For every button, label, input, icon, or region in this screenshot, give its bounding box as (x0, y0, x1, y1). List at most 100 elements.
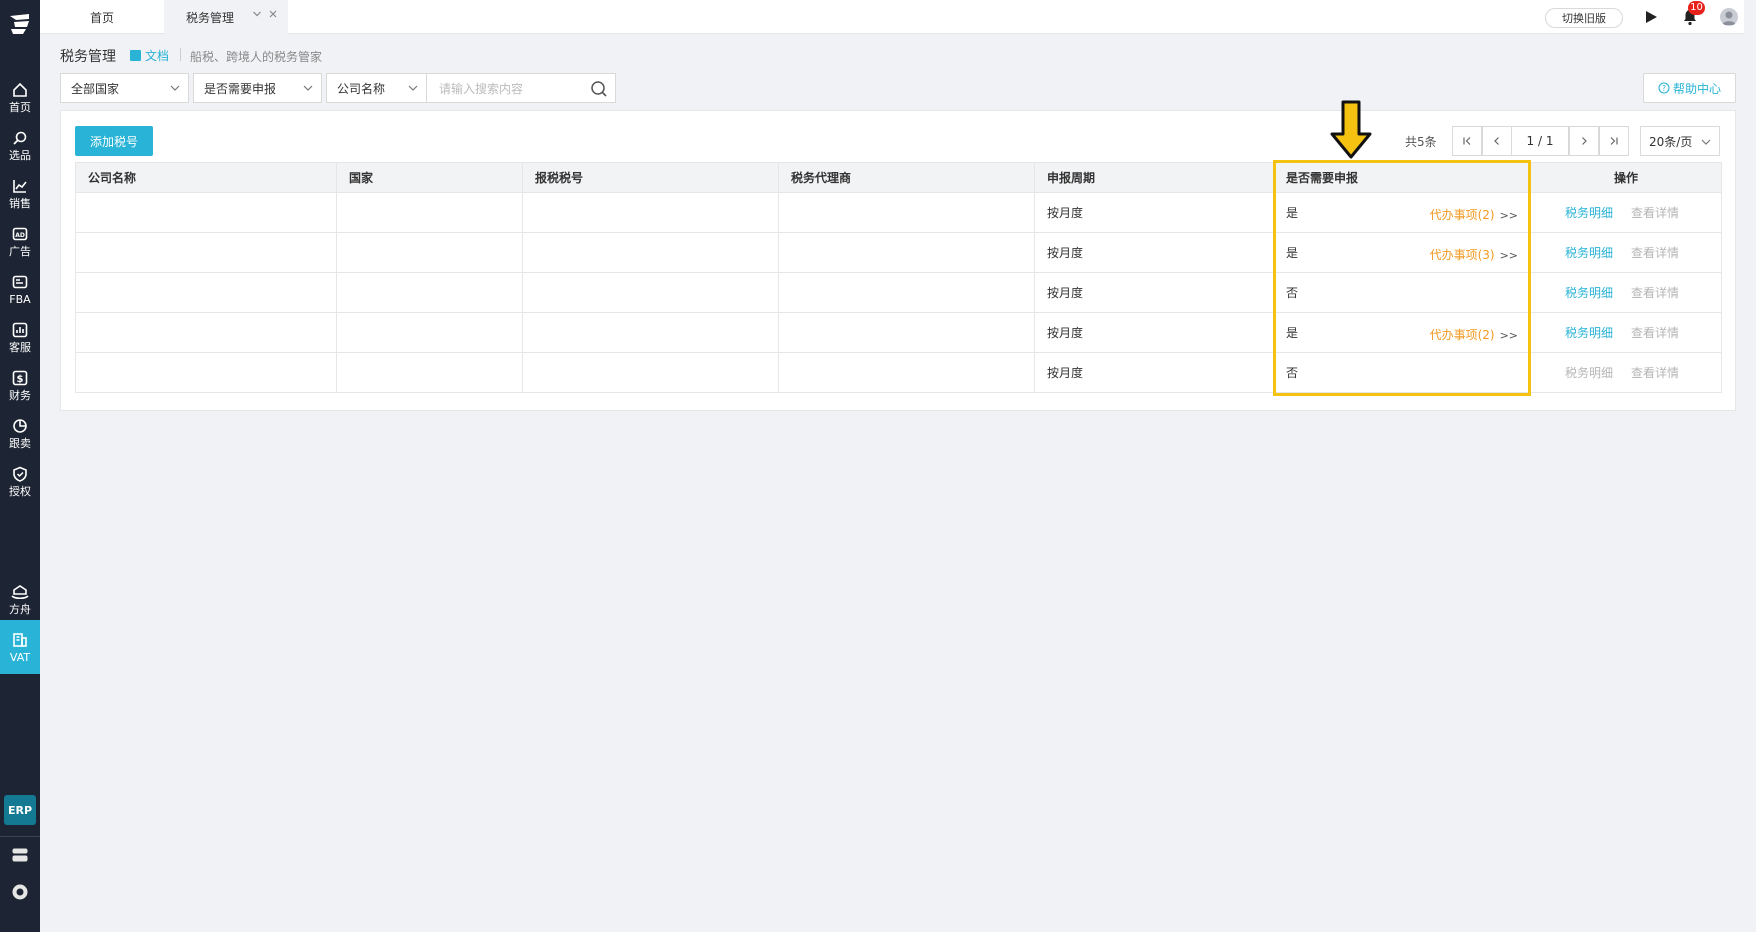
search-field-select[interactable]: 公司名称 (326, 73, 427, 103)
help-icon: ? (1658, 82, 1670, 94)
first-page-button[interactable] (1452, 126, 1482, 156)
tax-agent-cell (778, 352, 1035, 393)
erp-button[interactable]: ERP (4, 795, 36, 825)
country-select[interactable]: 全部国家 (60, 73, 189, 103)
view-detail-link[interactable]: 查看详情 (1631, 284, 1679, 301)
sidebar-item-product-research[interactable]: 选品 (0, 121, 40, 169)
actions-cell: 税务明细 查看详情 (1530, 352, 1722, 393)
country-cell (336, 192, 523, 233)
app-logo[interactable] (0, 8, 40, 40)
total-count: 共5条 (1405, 135, 1437, 149)
tab-home[interactable]: 首页 (40, 0, 164, 34)
actions-cell: 税务明细 查看详情 (1530, 192, 1722, 233)
view-detail-link[interactable]: 查看详情 (1631, 204, 1679, 221)
tax-number-cell (522, 312, 779, 353)
home-icon (11, 81, 29, 99)
page-size-select[interactable]: 20条/页 (1640, 126, 1720, 156)
column-header[interactable]: 申报周期 (1034, 162, 1274, 193)
help-center-label: 帮助中心 (1672, 81, 1721, 96)
sidebar-item-service[interactable]: 客服 (0, 313, 40, 361)
sidebar-divider (0, 836, 40, 837)
prev-page-button[interactable] (1482, 126, 1512, 156)
sidebar-item-ark[interactable]: 方舟 (0, 575, 40, 623)
period-cell: 按月度 (1034, 192, 1274, 233)
page-size-value: 20条/页 (1649, 134, 1693, 149)
actions-cell: 税务明细 查看详情 (1530, 272, 1722, 313)
ad-icon: AD (11, 225, 29, 243)
sidebar-item-finance[interactable]: $ 财务 (0, 361, 40, 409)
sidebar-item-label: 财务 (9, 388, 31, 402)
ark-icon (11, 583, 29, 601)
help-center-button[interactable]: ? 帮助中心 (1643, 73, 1736, 103)
period-cell: 按月度 (1034, 232, 1274, 273)
page-number-input[interactable]: 1 / 1 (1511, 126, 1569, 156)
sidebar-item-label: 广告 (9, 244, 31, 258)
column-header[interactable]: 报税税号 (522, 162, 779, 193)
search-field-value: 公司名称 (337, 81, 386, 96)
building-icon (11, 631, 29, 649)
tax-agent-cell (778, 272, 1035, 313)
country-cell (336, 312, 523, 353)
doc-link[interactable]: 文档 (130, 47, 169, 64)
sidebar-item-label: 方舟 (9, 602, 31, 616)
svg-text:$: $ (17, 374, 24, 385)
view-detail-link[interactable]: 查看详情 (1631, 364, 1679, 381)
play-icon[interactable] (1640, 6, 1662, 28)
tax-detail-link[interactable]: 税务明细 (1565, 324, 1613, 341)
tax-number-cell (522, 352, 779, 393)
sidebar-item-vat[interactable]: VAT (0, 620, 40, 674)
shield-icon (11, 465, 29, 483)
view-detail-link[interactable]: 查看详情 (1631, 244, 1679, 261)
chevron-down-icon (170, 82, 180, 92)
last-page-button[interactable] (1599, 126, 1629, 156)
support-icon[interactable] (10, 882, 30, 902)
avatar[interactable] (1720, 8, 1738, 26)
tax-detail-link[interactable]: 税务明细 (1565, 284, 1613, 301)
sidebar-item-sales[interactable]: 销售 (0, 169, 40, 217)
period-cell: 按月度 (1034, 312, 1274, 353)
chevron-down-icon[interactable] (252, 9, 262, 22)
sidebar-item-home[interactable]: 首页 (0, 73, 40, 121)
page-scrollbar[interactable] (1744, 0, 1756, 932)
tab-label: 首页 (89, 10, 114, 25)
tax-detail-link[interactable]: 税务明细 (1565, 204, 1613, 221)
company-cell (75, 192, 337, 233)
logo-icon (10, 14, 29, 34)
sidebar-item-authorization[interactable]: 授权 (0, 457, 40, 505)
view-detail-link[interactable]: 查看详情 (1631, 324, 1679, 341)
trend-icon (11, 177, 29, 195)
declare-select-value: 是否需要申报 (204, 81, 277, 96)
tax-agent-cell (778, 192, 1035, 233)
declare-select[interactable]: 是否需要申报 (193, 73, 322, 103)
company-cell (75, 272, 337, 313)
sidebar-item-follow-sell[interactable]: 跟卖 (0, 409, 40, 457)
tax-agent-cell (778, 312, 1035, 353)
close-icon[interactable] (268, 9, 278, 22)
tax-detail-link[interactable]: 税务明细 (1565, 244, 1613, 261)
column-header[interactable]: 公司名称 (75, 162, 337, 193)
sidebar-item-fba[interactable]: FBA (0, 265, 40, 313)
doc-link-label: 文档 (145, 49, 170, 63)
column-header[interactable]: 税务代理商 (778, 162, 1035, 193)
add-tax-number-button[interactable]: 添加税号 (75, 126, 153, 156)
tab-tax-management[interactable]: 税务管理 (164, 0, 288, 34)
sidebar-item-label: 首页 (9, 100, 31, 114)
search-icon[interactable] (590, 80, 608, 98)
annotation-arrow-icon (1330, 100, 1372, 159)
search-input[interactable]: 请输入搜索内容 (427, 73, 616, 103)
store-icon[interactable] (10, 845, 30, 865)
sidebar-item-label: 客服 (9, 340, 31, 354)
sidebar-item-ads[interactable]: AD 广告 (0, 217, 40, 265)
tax-detail-link[interactable]: 税务明细 (1565, 364, 1613, 381)
pie-icon (11, 417, 29, 435)
last-page-icon (1610, 137, 1618, 145)
next-page-button[interactable] (1569, 126, 1599, 156)
first-page-icon (1463, 137, 1471, 145)
country-select-value: 全部国家 (71, 81, 120, 96)
chevron-down-icon (1701, 136, 1711, 150)
search-placeholder: 请输入搜索内容 (439, 81, 524, 96)
column-header[interactable]: 国家 (336, 162, 523, 193)
sidebar-item-label: 销售 (9, 196, 31, 210)
switch-old-version-button[interactable]: 切换旧版 (1545, 8, 1623, 28)
sidebar-item-label: 跟卖 (9, 436, 31, 450)
